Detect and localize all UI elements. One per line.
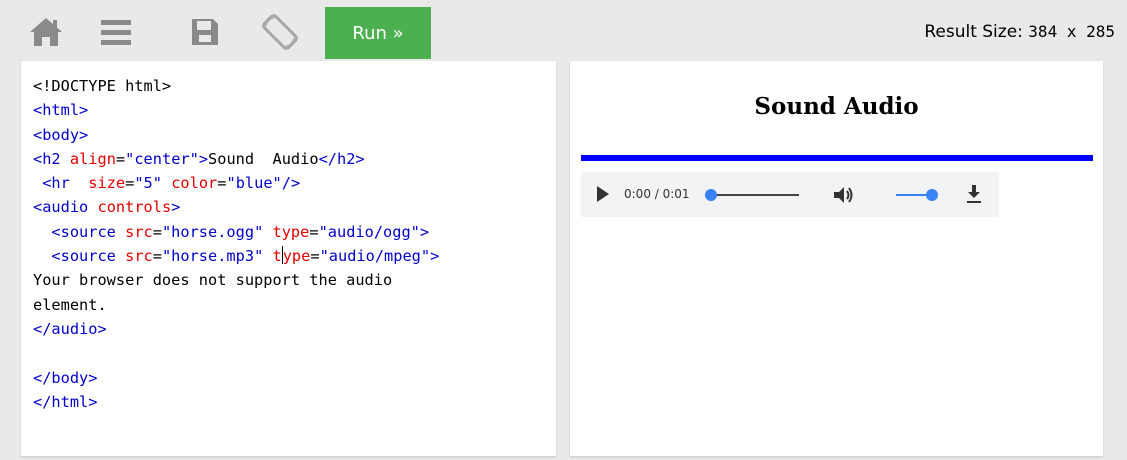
result-size: Result Size: 384 x 285 xyxy=(924,22,1115,42)
code-token: type xyxy=(272,222,310,241)
code-line[interactable]: <html> xyxy=(33,101,88,119)
audio-player[interactable]: 0:00 / 0:01 xyxy=(581,172,999,217)
code-token: <body> xyxy=(33,125,89,144)
code-token: "audio/mpeg" xyxy=(319,247,431,266)
code-token: > xyxy=(198,149,209,168)
run-button-label: Run » xyxy=(352,22,404,44)
code-line[interactable]: <hr size="5" color="blue"/> xyxy=(33,174,300,192)
code-token: /> xyxy=(281,174,301,193)
code-token: "horse.ogg" xyxy=(161,222,264,241)
code-line[interactable]: <h2 align="center">Sound Audio</h2> xyxy=(33,150,365,168)
volume-icon[interactable] xyxy=(832,184,856,210)
code-token: controls xyxy=(97,198,172,217)
code-token: "audio/ogg" xyxy=(318,222,420,241)
code-token: <!DOCTYPE html> xyxy=(33,77,172,95)
code-token: <audio xyxy=(33,198,89,217)
code-line[interactable]: </audio> xyxy=(33,320,107,338)
code-token: = xyxy=(115,149,126,168)
code-token: src xyxy=(125,247,153,266)
code-token: color xyxy=(171,174,218,193)
code-line[interactable]: <!DOCTYPE html> xyxy=(33,77,171,95)
rotate-icon[interactable] xyxy=(260,12,300,52)
result-size-value: 384 x 285 xyxy=(1028,22,1115,41)
code-token: = xyxy=(309,222,319,241)
code-line[interactable]: <body> xyxy=(33,126,88,144)
code-token: </html> xyxy=(33,392,98,411)
code-token: "blue" xyxy=(226,174,282,193)
code-token: element. xyxy=(33,295,107,314)
code-token: </body> xyxy=(33,368,98,387)
code-token: size xyxy=(88,174,126,193)
code-line[interactable]: </body> xyxy=(33,369,97,387)
code-token: <source xyxy=(51,247,116,266)
code-token: "horse.mp3" xyxy=(161,247,264,266)
code-token: = xyxy=(152,222,162,241)
code-token: > xyxy=(419,222,430,241)
result-heading: Sound Audio xyxy=(754,93,919,120)
result-horizontal-rule xyxy=(581,155,1093,161)
toolbar: Run » Result Size: 384 x 285 xyxy=(0,0,1127,60)
code-token: </audio> xyxy=(33,319,107,338)
code-editor[interactable]: <!DOCTYPE html> <html> <body> <h2 align=… xyxy=(21,61,556,456)
code-line[interactable]: element. xyxy=(33,296,107,314)
code-token: <hr xyxy=(42,174,70,193)
menu-icon[interactable] xyxy=(96,12,136,52)
code-token: = xyxy=(125,174,135,193)
code-token: align xyxy=(69,149,116,168)
code-token: </h2> xyxy=(318,149,365,168)
play-icon[interactable] xyxy=(596,185,610,207)
code-text[interactable]: <!DOCTYPE html> <html> <body> <h2 align=… xyxy=(33,74,439,414)
code-token: = xyxy=(310,247,320,266)
code-token: Sound Audio xyxy=(208,149,319,168)
code-token: > xyxy=(430,247,440,266)
progress-slider[interactable] xyxy=(705,187,801,207)
code-token: = xyxy=(152,247,162,266)
code-token: t xyxy=(272,247,282,266)
code-token: "5" xyxy=(134,174,162,193)
audio-time: 0:00 / 0:01 xyxy=(624,187,690,201)
code-line[interactable]: </html> xyxy=(33,393,97,411)
save-icon[interactable] xyxy=(185,12,225,52)
code-token: "center" xyxy=(125,149,199,168)
code-token: <h2 xyxy=(33,149,61,168)
code-token: > xyxy=(171,198,181,217)
code-line[interactable]: <source src="horse.mp3" type="audio/mpeg… xyxy=(33,246,440,266)
run-button[interactable]: Run » xyxy=(325,7,431,59)
result-panel: Sound Audio 0:00 / 0:01 xyxy=(570,61,1103,456)
code-token: ype xyxy=(282,247,311,266)
result-size-label: Result Size: xyxy=(924,22,1023,42)
code-token: Your browser does not support the audio xyxy=(33,271,393,290)
home-icon[interactable] xyxy=(26,12,66,52)
download-icon[interactable] xyxy=(966,184,982,208)
code-token: src xyxy=(125,222,153,241)
code-line[interactable]: <audio controls> xyxy=(33,198,180,216)
code-token: <source xyxy=(51,222,116,241)
code-token: <html> xyxy=(33,101,89,120)
volume-slider[interactable] xyxy=(894,187,940,207)
code-line[interactable]: Your browser does not support the audio xyxy=(33,271,392,289)
code-line[interactable]: <source src="horse.ogg" type="audio/ogg"… xyxy=(33,223,429,241)
